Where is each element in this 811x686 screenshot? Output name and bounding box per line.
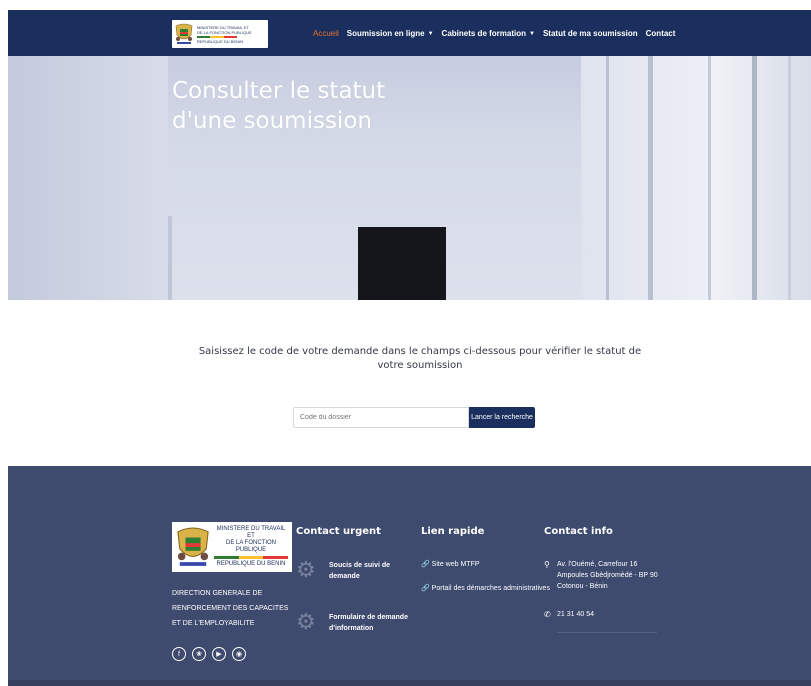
phone[interactable]: ✆ 21 31 40 54 [544, 609, 594, 620]
social-links: f ❀ ▶ ◉ [172, 647, 246, 661]
top-navbar: MINISTERE DU TRAVAIL ET DE LA FONCTION P… [8, 10, 811, 56]
footer: MINISTERE DU TRAVAIL ET DE LA FONCTION P… [8, 466, 811, 686]
nav-item-accueil[interactable]: Accueil [313, 29, 339, 38]
page: MINISTERE DU TRAVAIL ET DE LA FONCTION P… [0, 0, 811, 686]
contact-urgent-item[interactable]: ⚙ Formulaire de demande d'information [296, 609, 408, 634]
nav-item-cabinets[interactable]: Cabinets de formation ▼ [442, 29, 535, 38]
instagram-icon[interactable]: ◉ [232, 647, 246, 661]
benin-crest-icon [175, 23, 193, 45]
search-form: Lancer la recherche [293, 407, 535, 428]
chevron-down-icon: ▼ [427, 30, 434, 37]
link-icon: 🔗 [421, 585, 430, 592]
search-instruction: Saisissez le code de votre demande dans … [198, 346, 642, 371]
gear-icon: ⚙ [296, 557, 316, 582]
nav-item-contact[interactable]: Contact [646, 29, 676, 38]
youtube-icon[interactable]: ▶ [212, 647, 226, 661]
flag-stripe [214, 556, 289, 559]
hero-banner: Consulter le statut d'une soumission [8, 56, 811, 300]
nav-item-statut[interactable]: Statut de ma soumission [543, 29, 638, 38]
ministry-logo[interactable]: MINISTERE DU TRAVAIL ET DE LA FONCTION P… [172, 20, 268, 48]
benin-crest-icon [176, 526, 210, 568]
nav-menu: Accueil Soumission en ligne ▼ Cabinets de… [313, 29, 675, 38]
divider [557, 632, 657, 633]
twitter-icon[interactable]: ❀ [192, 647, 206, 661]
gear-icon: ⚙ [296, 609, 316, 634]
chevron-down-icon: ▼ [529, 30, 535, 37]
contact-info-title: Contact info [544, 526, 613, 537]
logo-line2: DE LA FONCTION PUBLIQUE [197, 29, 252, 35]
dossier-code-input[interactable] [293, 407, 469, 428]
logo-line3: REPUBLIQUE DU BENIN [197, 38, 244, 44]
lien-rapide-title: Lien rapide [421, 526, 485, 537]
organization-name: DIRECTION GENERALE DE RENFORCEMENT DES C… [172, 590, 289, 627]
hero-background-screen [358, 227, 446, 300]
nav-item-soumission[interactable]: Soumission en ligne ▼ [347, 29, 434, 38]
facebook-icon[interactable]: f [172, 647, 186, 661]
quick-link[interactable]: 🔗 Portail des démarches administratives [421, 584, 550, 592]
link-icon: 🔗 [421, 561, 430, 568]
search-button[interactable]: Lancer la recherche [469, 407, 535, 428]
logo-line1: MINISTERE DU TRAVAIL ET [216, 526, 286, 539]
logo-line3: REPUBLIQUE DU BENIN [216, 561, 286, 567]
address: ⚲ Av. l'Ouémé, Carrefour 16 Ampoules Gbè… [544, 560, 658, 590]
contact-urgent-item[interactable]: ⚙ Soucis de suivi de demande [296, 557, 390, 582]
map-pin-icon: ⚲ [544, 560, 550, 569]
footer-ministry-logo[interactable]: MINISTERE DU TRAVAIL ET DE LA FONCTION P… [172, 522, 292, 572]
quick-link[interactable]: 🔗 Site web MTFP [421, 560, 480, 568]
contact-urgent-title: Contact urgent [296, 526, 381, 537]
page-title: Consulter le statut d'une soumission [172, 78, 386, 134]
flag-stripe [197, 35, 237, 38]
logo-line2: DE LA FONCTION PUBLIQUE [225, 540, 276, 553]
footer-bottom-bar [8, 680, 811, 686]
phone-icon: ✆ [544, 610, 551, 619]
